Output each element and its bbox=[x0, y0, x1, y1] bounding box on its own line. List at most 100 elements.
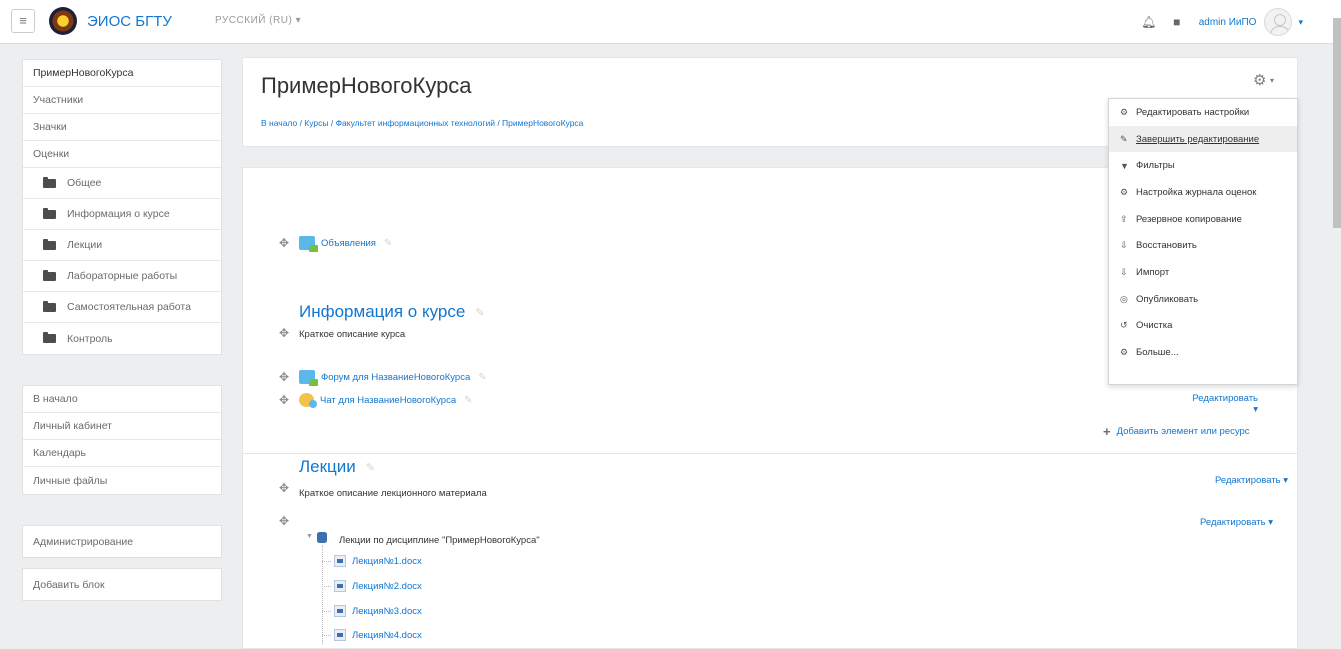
site-navigation-block: В начало Личный кабинет Календарь Личные… bbox=[22, 385, 222, 495]
menu-item-turn-editing-off[interactable]: ✎ Завершить редактирование bbox=[1109, 125, 1297, 153]
move-icon[interactable]: ✥ bbox=[279, 393, 289, 407]
folder-icon bbox=[43, 238, 56, 250]
move-icon[interactable]: ✥ bbox=[279, 236, 289, 250]
menu-item-backup[interactable]: ⇪ Резервное копирование bbox=[1109, 206, 1297, 233]
filter-icon: ▼ bbox=[1120, 160, 1129, 171]
breadcrumb[interactable]: В начало / Курсы / Факультет информацион… bbox=[261, 118, 583, 128]
nav-section-course-info[interactable]: Информация о курсе bbox=[23, 199, 221, 230]
edit-title-pencil-icon[interactable]: ✎ bbox=[475, 306, 484, 319]
file-link[interactable]: Лекция№3.docx bbox=[352, 606, 422, 617]
file-link[interactable]: Лекция№2.docx bbox=[352, 581, 422, 592]
menu-item-label: Больше... bbox=[1136, 347, 1179, 359]
menu-item-label: Завершить редактирование bbox=[1136, 133, 1260, 145]
section-divider bbox=[243, 453, 1297, 454]
edit-title-pencil-icon[interactable]: ✎ bbox=[366, 461, 375, 474]
publish-icon: ◎ bbox=[1120, 293, 1128, 304]
restore-icon: ⇩ bbox=[1120, 240, 1128, 251]
nav-section-control[interactable]: Контроль bbox=[23, 323, 221, 354]
language-selector[interactable]: РУССКИЙ (RU) ▾ bbox=[215, 15, 301, 26]
menu-toggle-button[interactable]: ≡ bbox=[11, 9, 35, 33]
menu-item-gradebook-setup[interactable]: ⚙ Настройка журнала оценок bbox=[1109, 179, 1297, 206]
menu-item-more[interactable]: ⚙ Больше... bbox=[1109, 339, 1297, 366]
nav-item-calendar[interactable]: Календарь bbox=[23, 440, 221, 467]
pencil-icon: ✎ bbox=[1120, 133, 1128, 144]
user-name[interactable]: admin ИиПО bbox=[1199, 17, 1257, 28]
site-name-link[interactable]: ЭИОС БГТУ bbox=[87, 13, 172, 30]
activity-link[interactable]: Объявления bbox=[321, 238, 376, 249]
menu-item-reset[interactable]: ↺ Очистка bbox=[1109, 313, 1297, 340]
nav-item-label: Значки bbox=[33, 121, 67, 133]
chevron-down-icon[interactable]: ▾ bbox=[1270, 76, 1274, 85]
folder-icon bbox=[43, 207, 56, 219]
add-activity-label: Добавить элемент или ресурс bbox=[1116, 426, 1250, 437]
gear-icon: ⚙ bbox=[1120, 106, 1129, 117]
import-icon: ⇩ bbox=[1120, 266, 1128, 277]
edit-title-pencil-icon[interactable]: ✎ bbox=[464, 395, 472, 406]
section-title-course-info[interactable]: Информация о курсе ✎ bbox=[299, 302, 485, 322]
nav-item-course[interactable]: ПримерНовогоКурса bbox=[23, 60, 221, 87]
tree-branch bbox=[322, 586, 331, 587]
nav-item-label: Информация о курсе bbox=[67, 208, 170, 220]
nav-item-label: Личный кабинет bbox=[33, 420, 112, 432]
add-block-link[interactable]: Добавить блок bbox=[23, 569, 221, 600]
gear-icon: ⚙ bbox=[1120, 347, 1129, 358]
nav-item-private-files[interactable]: Личные файлы bbox=[23, 467, 221, 494]
menu-item-filters[interactable]: ▼ Фильтры bbox=[1109, 152, 1297, 179]
move-icon[interactable]: ✥ bbox=[279, 481, 289, 495]
nav-item-grades[interactable]: Оценки bbox=[23, 141, 221, 168]
menu-item-label: Импорт bbox=[1136, 266, 1170, 278]
menu-item-label: Настройка журнала оценок bbox=[1136, 186, 1257, 198]
move-icon[interactable]: ✥ bbox=[279, 370, 289, 384]
activity-forum[interactable]: Форум для НазваниеНовогоКурса ✎ bbox=[299, 370, 487, 386]
nav-item-label: В начало bbox=[33, 393, 78, 405]
nav-item-label: Личные файлы bbox=[33, 474, 108, 487]
menu-item-restore[interactable]: ⇩ Восстановить bbox=[1109, 232, 1297, 259]
menu-item-import[interactable]: ⇩ Импорт bbox=[1109, 259, 1297, 286]
general-edit-menu[interactable]: Редактировать ▾ bbox=[1188, 393, 1258, 415]
course-settings-gear-icon[interactable]: ⚙ bbox=[1253, 71, 1266, 89]
user-avatar[interactable] bbox=[1264, 8, 1293, 36]
section-title-lectures[interactable]: Лекции ✎ bbox=[299, 457, 375, 477]
nav-item-home[interactable]: В начало bbox=[23, 386, 221, 413]
nav-item-participants[interactable]: Участники bbox=[23, 87, 221, 114]
activity-link[interactable]: Чат для НазваниеНовогоКурса bbox=[320, 395, 456, 406]
nav-item-label: Участники bbox=[33, 94, 84, 106]
forum-icon bbox=[299, 370, 318, 386]
activity-announcements[interactable]: Объявления ✎ bbox=[299, 236, 392, 252]
top-navbar: ≡ ЭИОС БГТУ РУССКИЙ (RU) ▾ 🔔︎ ■ admin Ии… bbox=[0, 0, 1341, 44]
upload-icon: ⇪ bbox=[1120, 213, 1128, 224]
nav-section-labs[interactable]: Лабораторные работы bbox=[23, 261, 221, 292]
folder-icon bbox=[43, 269, 56, 281]
expand-toggle-icon[interactable]: ▼ bbox=[306, 533, 313, 540]
word-document-icon bbox=[334, 629, 346, 641]
site-logo[interactable] bbox=[49, 7, 77, 35]
nav-section-general[interactable]: Общее bbox=[23, 168, 221, 199]
course-navigation-block: ПримерНовогоКурса Участники Значки Оценк… bbox=[22, 59, 222, 355]
nav-section-lectures[interactable]: Лекции bbox=[23, 230, 221, 261]
nav-item-label: Календарь bbox=[33, 447, 86, 459]
nav-item-label: ПримерНовогоКурса bbox=[33, 67, 134, 79]
nav-item-badges[interactable]: Значки bbox=[23, 114, 221, 141]
edit-title-pencil-icon[interactable]: ✎ bbox=[478, 372, 486, 383]
move-icon[interactable]: ✥ bbox=[279, 514, 289, 528]
file-link[interactable]: Лекция№1.docx bbox=[352, 556, 422, 567]
menu-item-edit-settings[interactable]: ⚙ Редактировать настройки bbox=[1109, 99, 1297, 126]
folder-edit-menu[interactable]: Редактировать ▾ bbox=[1188, 517, 1273, 528]
nav-item-dashboard[interactable]: Личный кабинет bbox=[23, 413, 221, 440]
file-link[interactable]: Лекция№4.docx bbox=[352, 630, 422, 641]
folder-title[interactable]: Лекции по дисциплине "ПримерНовогоКурса" bbox=[339, 535, 540, 546]
activity-chat[interactable]: Чат для НазваниеНовогоКурса ✎ bbox=[299, 393, 473, 408]
user-menu-caret-icon[interactable]: ▾ bbox=[1298, 17, 1303, 28]
messages-icon[interactable]: ■ bbox=[1169, 15, 1185, 29]
nav-section-self-study[interactable]: Самостоятельная работа bbox=[23, 292, 221, 323]
page-scrollbar[interactable] bbox=[1333, 18, 1341, 228]
move-icon[interactable]: ✥ bbox=[279, 326, 289, 340]
add-activity-link[interactable]: + Добавить элемент или ресурс bbox=[1103, 424, 1250, 439]
activity-link[interactable]: Форум для НазваниеНовогоКурса bbox=[321, 372, 470, 383]
lectures-edit-menu[interactable]: Редактировать ▾ bbox=[1188, 475, 1288, 486]
reset-icon: ↺ bbox=[1120, 320, 1128, 331]
nav-item-administration[interactable]: Администрирование bbox=[23, 526, 221, 557]
edit-title-pencil-icon[interactable]: ✎ bbox=[384, 238, 392, 249]
notifications-bell-icon[interactable]: 🔔︎ bbox=[1141, 15, 1157, 29]
menu-item-publish[interactable]: ◎ Опубликовать bbox=[1109, 286, 1297, 313]
